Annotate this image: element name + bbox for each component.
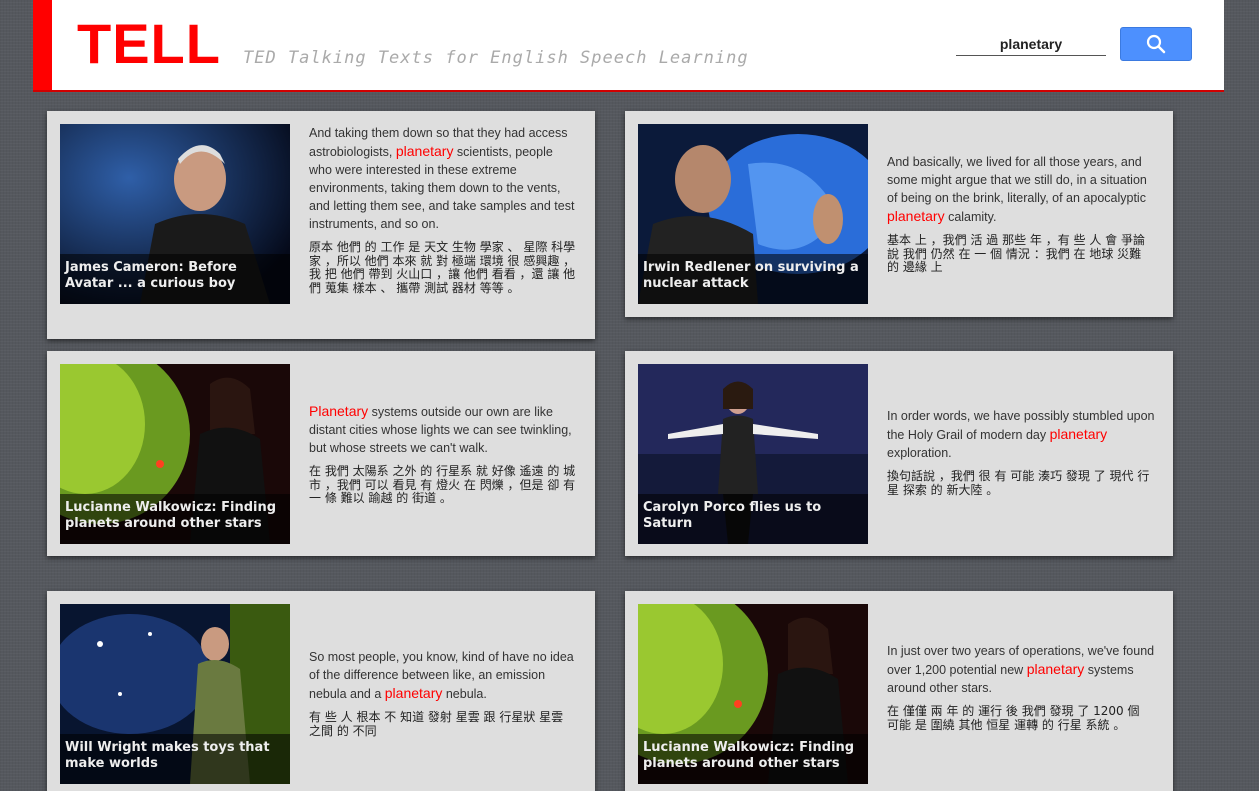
english-snippet: And basically, we lived for all those ye…	[887, 155, 1147, 224]
site-header: TELL TED Talking Texts for English Speec…	[33, 0, 1224, 92]
english-snippet: And taking them down so that they had ac…	[309, 126, 575, 231]
result-card: Will Wright makes toys that make worlds …	[47, 591, 595, 791]
talk-thumbnail[interactable]: Carolyn Porco flies us to Saturn	[638, 364, 868, 544]
keyword-highlight: planetary	[1026, 661, 1085, 677]
result-card: James Cameron: Before Avatar ... a curio…	[47, 111, 595, 339]
snippet: And basically, we lived for all those ye…	[887, 153, 1155, 275]
snippet: And taking them down so that they had ac…	[309, 124, 577, 295]
talk-thumbnail[interactable]: Lucianne Walkowicz: Finding planets arou…	[60, 364, 290, 544]
snippet: So most people, you know, kind of have n…	[309, 648, 577, 738]
talk-title[interactable]: Irwin Redlener on surviving a nuclear at…	[638, 254, 868, 304]
keyword-highlight: Planetary	[309, 403, 369, 419]
site-tagline: TED Talking Texts for English Speech Lea…	[243, 48, 749, 68]
chinese-translation: 有 些 人 根本 不 知道 發射 星雲 跟 行星狀 星雲 之間 的 不同	[309, 710, 564, 738]
english-snippet: In just over two years of operations, we…	[887, 644, 1155, 695]
talk-thumbnail[interactable]: Irwin Redlener on surviving a nuclear at…	[638, 124, 868, 304]
talk-thumbnail[interactable]: Lucianne Walkowicz: Finding planets arou…	[638, 604, 868, 784]
result-card: Carolyn Porco flies us to Saturn In orde…	[625, 351, 1173, 556]
talk-thumbnail[interactable]: Will Wright makes toys that make worlds	[60, 604, 290, 784]
chinese-translation: 原本 他們 的 工作 是 天文 生物 學家 、 星際 科學家 ，所以 他們 本來…	[309, 240, 576, 295]
english-snippet: Planetary systems outside our own are li…	[309, 403, 572, 455]
snippet: Planetary systems outside our own are li…	[309, 402, 577, 506]
snippet: In order words, we have possibly stumble…	[887, 407, 1155, 497]
english-snippet: So most people, you know, kind of have n…	[309, 650, 574, 701]
english-snippet: In order words, we have possibly stumble…	[887, 409, 1155, 460]
chinese-translation: 在 我們 太陽系 之外 的 行星系 就 好像 遙遠 的 城市 ，我們 可以 看見…	[309, 464, 576, 505]
talk-title[interactable]: Lucianne Walkowicz: Finding planets arou…	[60, 494, 290, 544]
search-button[interactable]	[1120, 27, 1192, 61]
result-card: Lucianne Walkowicz: Finding planets arou…	[625, 591, 1173, 791]
keyword-highlight: planetary	[395, 143, 454, 159]
search-input[interactable]	[956, 33, 1106, 56]
site-logo[interactable]: TELL	[77, 13, 221, 75]
keyword-highlight: planetary	[887, 208, 945, 224]
chinese-translation: 換句話說 ，我們 很 有 可能 湊巧 發現 了 現代 行星 探索 的 新大陸 。	[887, 469, 1150, 497]
snippet: In just over two years of operations, we…	[887, 642, 1155, 732]
keyword-highlight: planetary	[1049, 426, 1108, 442]
talk-title[interactable]: Carolyn Porco flies us to Saturn	[638, 494, 868, 544]
keyword-highlight: planetary	[384, 685, 443, 701]
header-accent-bar	[33, 0, 52, 90]
talk-thumbnail[interactable]: James Cameron: Before Avatar ... a curio…	[60, 124, 290, 304]
result-card: Irwin Redlener on surviving a nuclear at…	[625, 111, 1173, 317]
result-card: Lucianne Walkowicz: Finding planets arou…	[47, 351, 595, 556]
chinese-translation: 基本 上 ，我們 活 過 那些 年 ，有 些 人 會 爭論 說 我們 仍然 在 …	[887, 233, 1145, 274]
chinese-translation: 在 僅僅 兩 年 的 運行 後 我們 發現 了 1200 個 可能 是 圍繞 其…	[887, 704, 1140, 732]
search-icon	[1146, 34, 1166, 54]
talk-title[interactable]: James Cameron: Before Avatar ... a curio…	[60, 254, 290, 304]
